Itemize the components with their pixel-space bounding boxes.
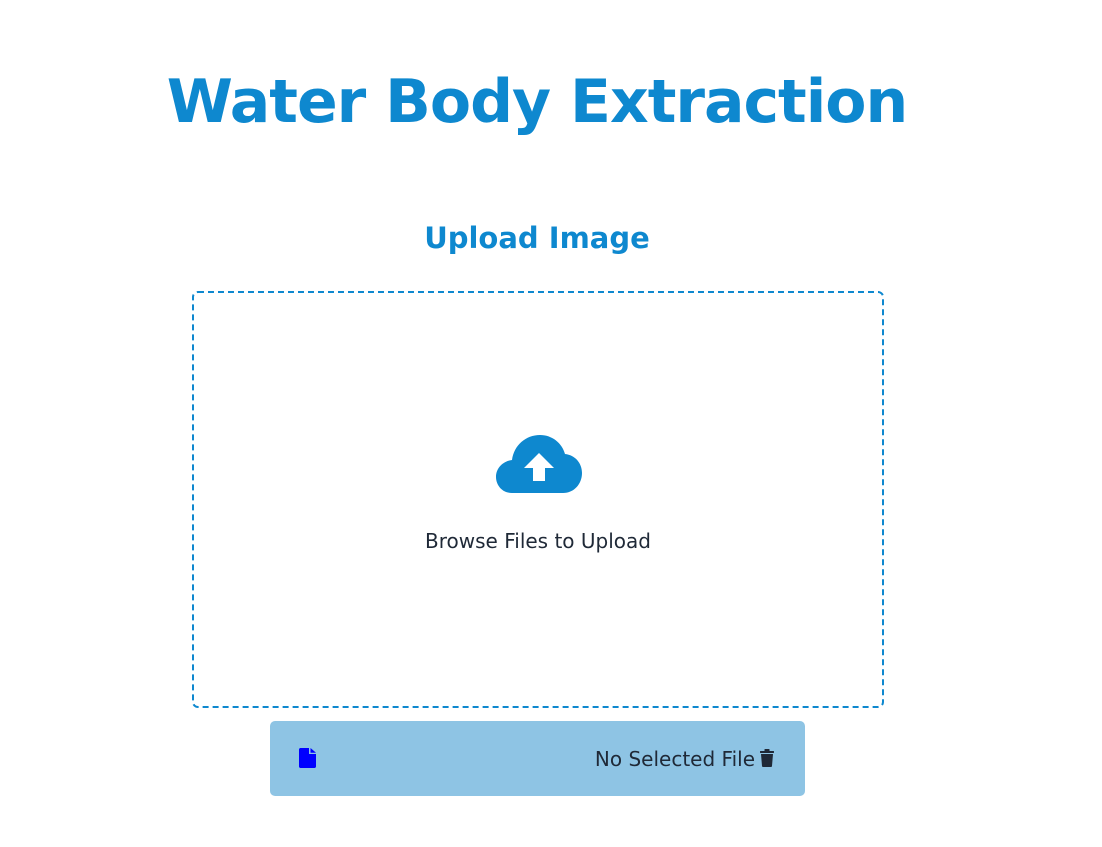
upload-dropzone[interactable]: Browse Files to Upload bbox=[192, 291, 884, 708]
page-title: Water Body Extraction bbox=[166, 67, 908, 137]
trash-icon[interactable] bbox=[760, 749, 774, 767]
upload-heading: Upload Image bbox=[424, 221, 650, 255]
browse-files-label: Browse Files to Upload bbox=[425, 529, 651, 553]
cloud-upload-icon bbox=[496, 435, 582, 493]
selected-file-bar: No Selected File bbox=[270, 721, 805, 796]
file-status-text: No Selected File bbox=[594, 747, 755, 771]
file-icon bbox=[299, 748, 316, 768]
